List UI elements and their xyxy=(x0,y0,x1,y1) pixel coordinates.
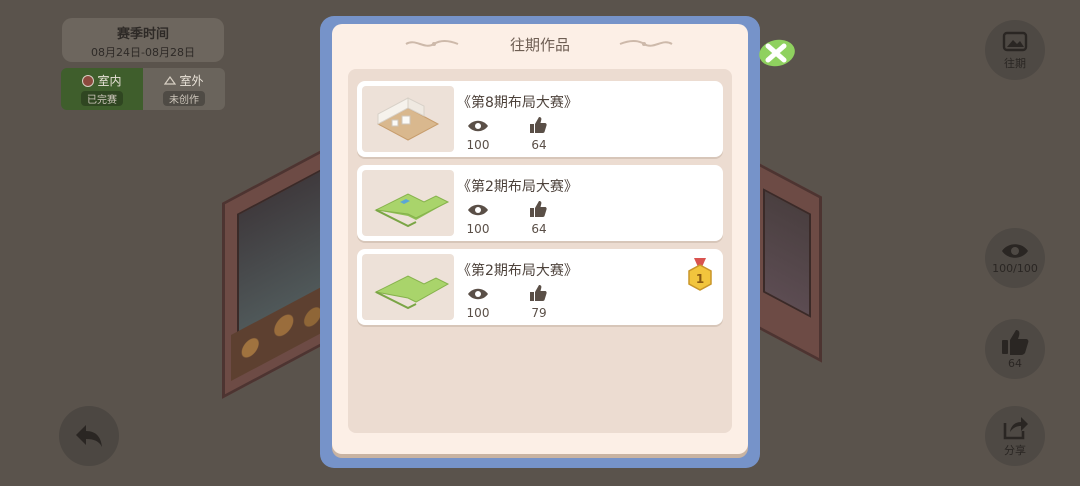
history-button-label: 往期 xyxy=(1004,56,1026,70)
gallery-icon xyxy=(1002,31,1028,51)
work-entry-1[interactable]: 《第8期布局大赛》 100 64 xyxy=(357,81,723,157)
indoor-room-thumbnail-icon xyxy=(376,97,440,141)
thumbs-up-icon xyxy=(1002,330,1029,355)
view-count: 100 xyxy=(466,138,490,152)
season-title: 赛季时间 xyxy=(116,27,169,42)
tab-indoor-name-row: 室内 xyxy=(82,72,122,89)
indoor-icon xyxy=(82,74,95,87)
category-tabs: 室内 已完赛 室外 未创作 xyxy=(61,68,225,110)
share-button-label: 分享 xyxy=(1004,443,1026,457)
season-card: 赛季时间 08月24日-08月28日 xyxy=(62,18,224,62)
work-entry-2[interactable]: 《第2期布局大赛》 100 64 xyxy=(357,165,723,241)
view-count: 100 xyxy=(466,306,490,320)
work-thumbnail xyxy=(362,86,454,152)
thumbs-up-icon xyxy=(530,285,547,301)
modal-title: 往期作品 xyxy=(509,36,570,54)
like-count: 79 xyxy=(531,306,547,320)
eye-icon xyxy=(468,204,488,216)
close-button[interactable] xyxy=(756,38,798,68)
tab-indoor-status: 已完赛 xyxy=(81,91,123,106)
close-icon xyxy=(759,39,795,67)
likes-button[interactable]: 64 xyxy=(985,319,1045,379)
tab-outdoor-label: 室外 xyxy=(179,74,204,88)
work-title: 《第8期布局大赛》 xyxy=(457,95,578,111)
view-count: 100 xyxy=(466,222,490,236)
like-count: 64 xyxy=(531,222,547,236)
eye-icon xyxy=(468,288,488,300)
tab-outdoor-status: 未创作 xyxy=(163,91,205,106)
medal-icon: 1 xyxy=(688,258,712,291)
likes-count: 64 xyxy=(1008,357,1022,370)
tab-indoor-label: 室内 xyxy=(97,74,122,88)
eye-icon xyxy=(1002,244,1028,258)
work-entry-3[interactable]: 《第2期布局大赛》 100 79 1 xyxy=(357,249,723,325)
room-right-window xyxy=(763,188,811,318)
outdoor-icon xyxy=(164,75,177,85)
thumbs-up-icon xyxy=(530,201,547,217)
svg-text:1: 1 xyxy=(696,272,704,286)
tab-outdoor[interactable]: 室外 未创作 xyxy=(143,68,225,110)
back-arrow-icon xyxy=(76,425,102,447)
work-title: 《第2期布局大赛》 xyxy=(457,263,578,279)
room-right-wall xyxy=(752,159,822,363)
history-button[interactable]: 往期 xyxy=(985,20,1045,80)
eye-icon xyxy=(468,120,488,132)
views-count: 100/100 xyxy=(992,262,1038,275)
views-button[interactable]: 100/100 xyxy=(985,228,1045,288)
outdoor-garden-thumbnail-icon xyxy=(374,275,450,310)
tab-indoor[interactable]: 室内 已完赛 xyxy=(61,68,143,110)
work-title: 《第2期布局大赛》 xyxy=(457,179,578,195)
thumbs-up-icon xyxy=(530,117,547,133)
work-thumbnail xyxy=(362,170,454,236)
title-ornament-right-icon xyxy=(619,40,673,47)
back-button[interactable] xyxy=(59,406,119,466)
like-count: 64 xyxy=(531,138,547,152)
share-icon xyxy=(1003,416,1028,439)
outdoor-garden-thumbnail-icon xyxy=(374,193,450,228)
work-thumbnail xyxy=(362,254,454,320)
season-dates: 08月24日-08月28日 xyxy=(91,46,195,59)
tab-outdoor-name-row: 室外 xyxy=(164,72,204,89)
share-button[interactable]: 分享 xyxy=(985,406,1045,466)
